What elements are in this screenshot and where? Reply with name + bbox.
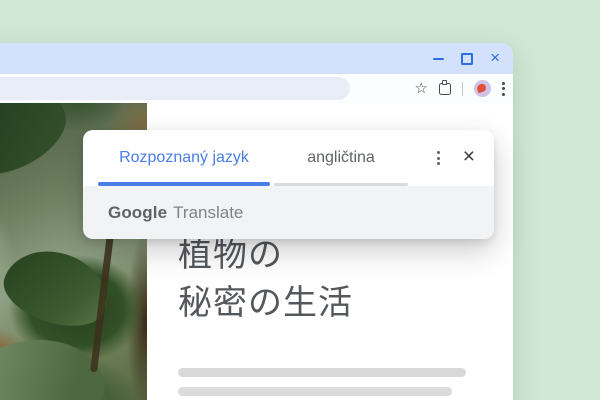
window-close-icon[interactable]: × [490,49,500,66]
translate-popup-tabs: Rozpoznaný jazyk angličtina × [83,130,494,186]
browser-titlebar: × [0,43,513,74]
google-logo-text: Google [108,203,167,223]
popup-menu-icon[interactable] [437,151,440,165]
profile-avatar[interactable] [474,80,491,97]
tab-detected-language[interactable]: Rozpoznaný jazyk [96,130,272,186]
extensions-icon[interactable] [439,83,451,95]
maximize-icon[interactable] [461,53,473,65]
tab-detected-language-label: Rozpoznaný jazyk [119,149,249,167]
page-title-line1: 植物の [178,236,283,274]
popup-actions: × [437,130,494,186]
popup-brand: Google Translate [83,186,494,239]
page-background: × ☆ 植物の秘密の生活 [0,0,600,400]
page-title-line2: 秘密の生活 [178,284,353,322]
page-title: 植物の秘密の生活 [178,231,353,327]
translate-product-text: Translate [173,203,243,223]
address-bar[interactable] [0,77,350,100]
browser-menu-icon[interactable] [502,82,505,96]
tab-english-label: angličtina [307,149,375,167]
tab-english[interactable]: angličtina [272,130,410,186]
toolbar-icons: ☆ [415,74,505,103]
browser-toolbar: ☆ [0,74,513,103]
toolbar-divider [462,82,463,96]
window-controls: × [433,51,513,66]
bookmark-star-icon[interactable]: ☆ [415,81,428,96]
text-placeholder-bar [178,368,466,377]
translate-popup: Rozpoznaný jazyk angličtina × Google Tra… [83,130,494,239]
popup-close-icon[interactable]: × [463,146,475,167]
text-placeholder-bar [178,387,452,396]
minimize-icon[interactable] [433,58,444,60]
